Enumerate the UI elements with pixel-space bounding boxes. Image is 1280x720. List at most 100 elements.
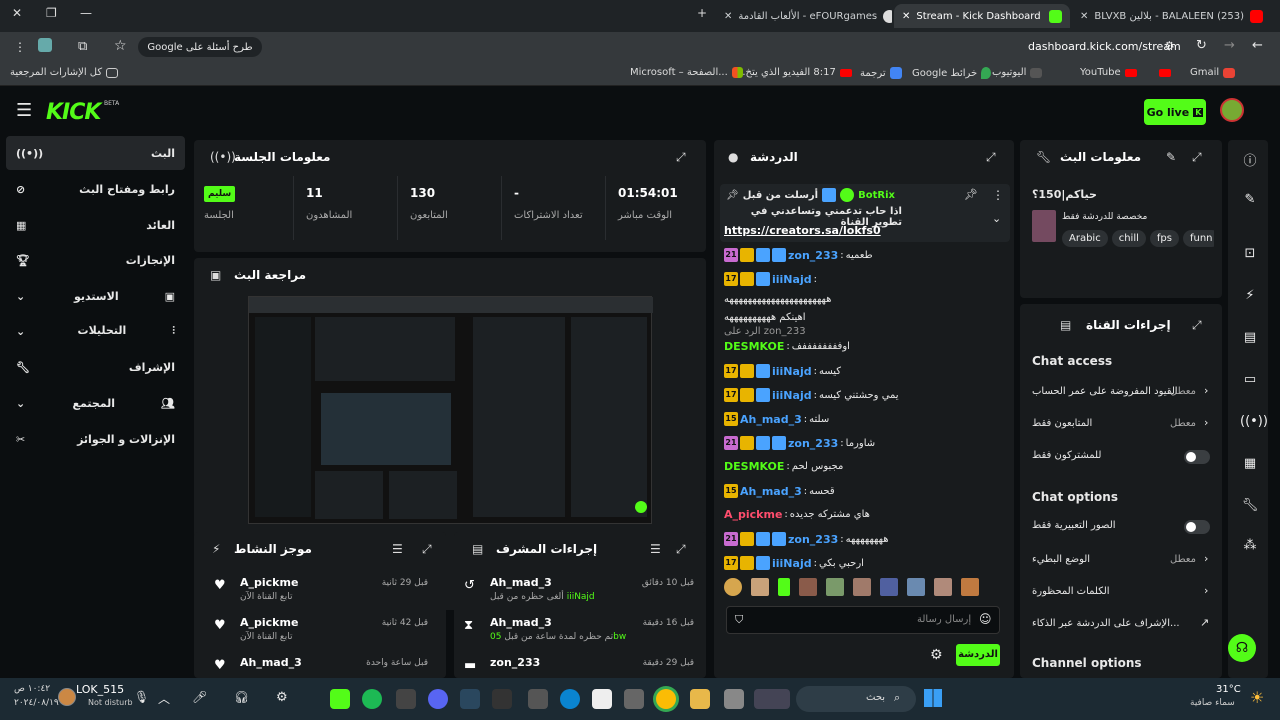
steam-icon[interactable]: [460, 689, 480, 709]
site-settings-icon[interactable]: ⚙: [1164, 39, 1175, 53]
edit-icon[interactable]: ✎: [1240, 192, 1260, 207]
new-tab-icon[interactable]: +: [697, 6, 707, 20]
edge-icon[interactable]: [560, 689, 580, 709]
url-text[interactable]: dashboard.kick.com/stream: [1028, 40, 1181, 53]
bookmark-microsoft[interactable]: Microsoft – الصفحة...: [630, 67, 743, 78]
emotes-only-toggle[interactable]: [1184, 520, 1210, 534]
info-icon[interactable]: ⓘ: [1240, 150, 1260, 169]
clock-date[interactable]: ٢٠٢٤/٠٨/١٩: [14, 698, 59, 708]
avatar[interactable]: [58, 688, 76, 706]
chat-message[interactable]: DESMKOE: مجبوس لحم: [724, 460, 1000, 473]
pin-icon[interactable]: 📌︎: [964, 188, 978, 201]
emote-icon[interactable]: [853, 578, 871, 596]
tag[interactable]: funn: [1182, 230, 1214, 247]
bookmark-gmail[interactable]: Gmail: [1190, 67, 1236, 78]
chat-username[interactable]: DESMKOE: [724, 460, 784, 473]
settings-gear-icon[interactable]: ⚙: [930, 647, 943, 663]
sidebar-item-achievements[interactable]: 🏆︎ الإنجازات: [6, 243, 185, 277]
extension-icon[interactable]: [38, 38, 52, 52]
emote-icon[interactable]: [799, 578, 817, 596]
chat-message[interactable]: zon_233 الرد على: [724, 326, 1000, 337]
expand-icon[interactable]: ⤢: [1192, 318, 1202, 333]
emote-icon[interactable]: [778, 578, 790, 596]
bookmark-youtube[interactable]: YouTube: [1080, 67, 1171, 78]
send-chat-button[interactable]: الدردشة: [956, 644, 1000, 666]
chat-username[interactable]: DESMKOE: [724, 340, 784, 353]
discord-icon[interactable]: [428, 689, 448, 709]
chevron-right-icon[interactable]: ›: [1204, 584, 1208, 597]
bookmark-all[interactable]: كل الإشارات المرجعية: [10, 67, 119, 78]
subscribers-only-toggle[interactable]: [1184, 450, 1210, 464]
kick-logo[interactable]: KICK: [46, 100, 101, 125]
weather-temp[interactable]: 31°C: [1216, 684, 1241, 695]
chat-username[interactable]: zon_233: [788, 533, 838, 546]
sidebar-item-analytics[interactable]: ⌄ التحليلات ⫶: [6, 314, 185, 348]
tab-close-icon[interactable]: ✕: [902, 11, 910, 22]
windows-start-icon[interactable]: [924, 689, 942, 707]
filter-icon[interactable]: ☰: [392, 542, 403, 556]
chat-message[interactable]: 17 iiiNajd: كيسه: [724, 364, 1000, 378]
forward-icon[interactable]: →: [1224, 38, 1235, 53]
avatar[interactable]: [1220, 98, 1244, 122]
chat-message[interactable]: اهينكم ههههههههههه: [724, 312, 1000, 323]
tab-efourgames[interactable]: ✕ الألعاب القادمة - eFOURgames: [716, 4, 892, 28]
chat-username[interactable]: zon_233: [788, 437, 838, 450]
expand-icon[interactable]: ⤢: [676, 542, 686, 557]
settings-gear-icon[interactable]: ⚙: [276, 690, 288, 705]
bookmark-maps[interactable]: Google خرائط: [912, 67, 992, 79]
taskbar-app-icon[interactable]: [754, 689, 790, 709]
emote-icon[interactable]: [907, 578, 925, 596]
chat-message[interactable]: ههههههههههههههههههههههه: [724, 294, 1000, 305]
sidebar-item-stream-key[interactable]: ⊘ رابط ومفتاح البث: [6, 172, 185, 206]
chat-message[interactable]: 21 zon_233: شاورما: [724, 436, 1000, 450]
taskbar-app-icon[interactable]: [330, 689, 350, 709]
bookmark-translate[interactable]: ترجمة: [860, 67, 902, 79]
bookmark-star-icon[interactable]: ☆: [114, 38, 127, 54]
chat-username[interactable]: Ah_mad_3: [740, 485, 802, 498]
chat-username[interactable]: iiiNajd: [772, 389, 812, 402]
emote-icon[interactable]: [880, 578, 898, 596]
emoji-icon[interactable]: ☺: [979, 612, 992, 626]
mic-icon[interactable]: 🎙︎: [134, 690, 149, 704]
chat-message[interactable]: 21 zon_233: طعميه: [724, 248, 1000, 262]
sidebar-item-revenue[interactable]: ▦ العائد: [6, 208, 185, 242]
shield-icon[interactable]: ⛉: [735, 613, 743, 627]
restore-window-icon[interactable]: ❐: [46, 6, 57, 20]
go-live-button[interactable]: Go live K: [1144, 99, 1206, 125]
close-window-icon[interactable]: ✕: [12, 6, 22, 20]
chevron-down-icon[interactable]: ⌄: [992, 212, 1001, 225]
taskbar-app-icon[interactable]: [528, 689, 548, 709]
mic-icon[interactable]: 🎤︎: [192, 690, 207, 704]
pinned-link[interactable]: https://creators.sa/lokfs0: [724, 224, 881, 237]
chat-message[interactable]: 17 iiiNajd:: [724, 272, 1000, 286]
bookmark-video[interactable]: 8:17 الفيديو الذي يتخ...: [736, 67, 852, 78]
tab-balaleen[interactable]: ✕ (253) BALALEEN - بلالين BLVXB: [1072, 4, 1272, 28]
emote-icon[interactable]: [724, 578, 742, 596]
hamburger-menu-icon[interactable]: ☰: [16, 100, 32, 121]
connections-icon[interactable]: ⁂: [1240, 538, 1260, 553]
expand-icon[interactable]: ⤢: [986, 150, 996, 165]
emote-icon[interactable]: [961, 578, 979, 596]
chat-message[interactable]: 17 iiiNajd: يمي وحشتني كيسه: [724, 388, 1000, 402]
tag[interactable]: fps: [1149, 230, 1179, 247]
sidebar-item-drops[interactable]: ✂ الإنزالات و الجوائز: [6, 422, 185, 456]
clock-time[interactable]: ١٠:٤٢ ص: [14, 684, 50, 694]
taskbar-user[interactable]: LOK_515: [76, 683, 124, 696]
clipboard-icon[interactable]: ▤: [1240, 330, 1260, 345]
sidebar-item-stream[interactable]: ((•)) البث: [6, 136, 185, 170]
sidebar-item-moderation[interactable]: 🔧︎ الإشراف: [6, 350, 185, 384]
taskbar-search[interactable]: بحث ⌕: [796, 686, 916, 712]
taskbar-app-icon[interactable]: [396, 689, 416, 709]
google-ask-button[interactable]: طرح أسئلة على Google: [138, 37, 262, 57]
chat-username[interactable]: iiiNajd: [772, 365, 812, 378]
chevron-right-icon[interactable]: ›: [1204, 552, 1208, 565]
sidebar-item-community[interactable]: ⌄ المجتمع 👥︎: [6, 386, 185, 420]
wrench-icon[interactable]: 🔧︎: [1240, 498, 1260, 513]
bookmark-youtube-ar[interactable]: اليوتيوب: [992, 67, 1043, 78]
expand-icon[interactable]: ⤢: [1192, 150, 1202, 165]
more-icon[interactable]: ⋮: [992, 188, 1004, 202]
taskbar-app-icon[interactable]: [724, 689, 744, 709]
chat-message[interactable]: 15 Ah_mad_3: قحسه: [724, 484, 1000, 498]
tab-close-icon[interactable]: ✕: [724, 11, 732, 22]
share-icon[interactable]: ⧉: [78, 39, 87, 54]
